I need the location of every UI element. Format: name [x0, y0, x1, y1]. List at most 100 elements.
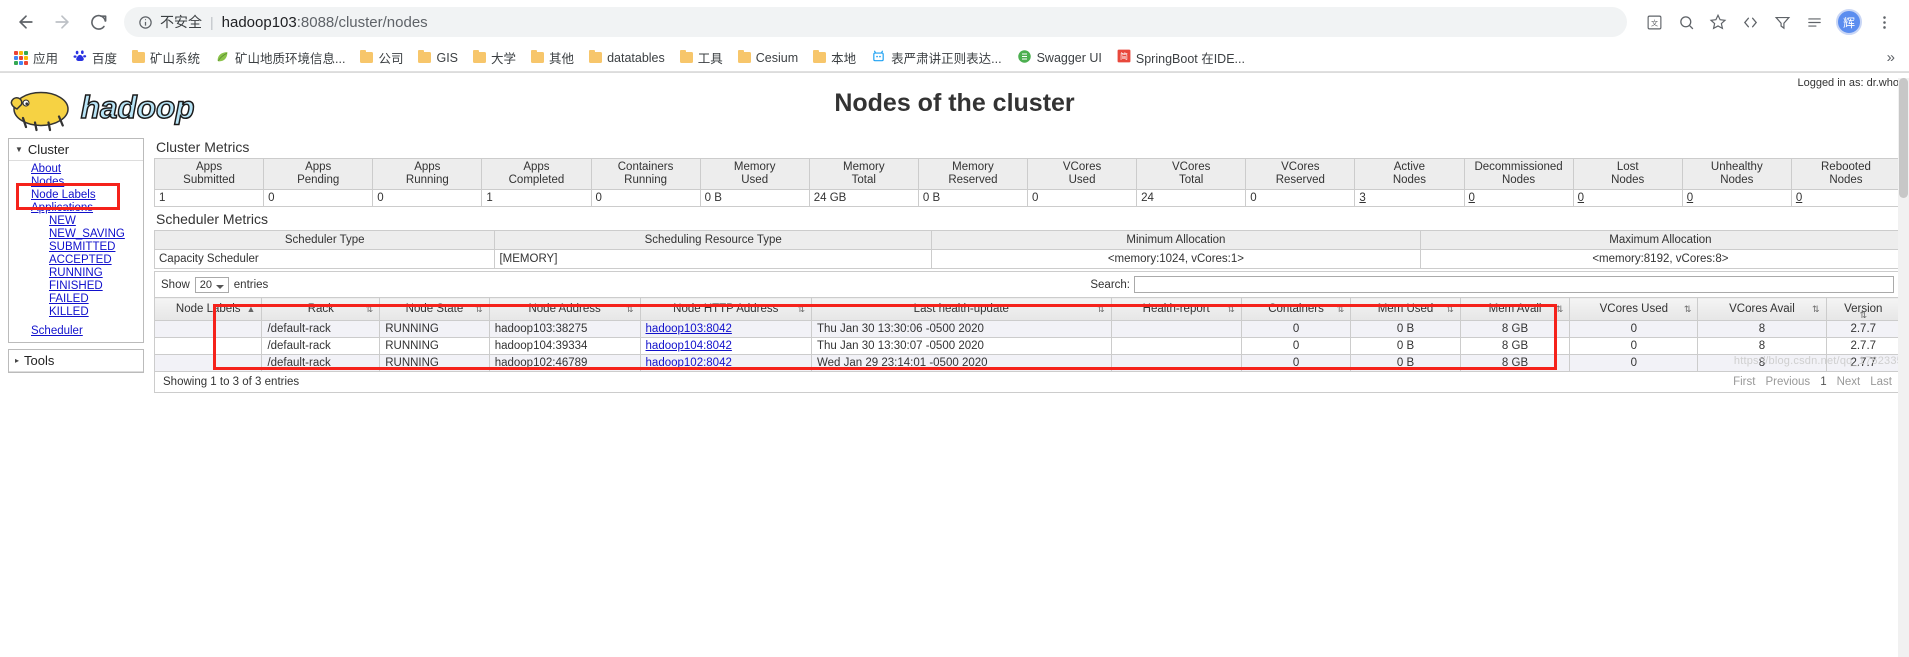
th-node-address[interactable]: Node Address ⇅ [488, 297, 641, 321]
cell-node-labels [153, 337, 263, 355]
val-unhealthy-nodes[interactable]: 0 [1681, 189, 1792, 207]
kebab-menu-icon[interactable] [1869, 7, 1899, 37]
bookmark-apps[interactable]: 应用 [8, 45, 64, 70]
th-mem-used[interactable]: Mem Used ⇅ [1350, 297, 1461, 321]
download-filter-icon[interactable] [1767, 7, 1797, 37]
bookmark-folder-daxue[interactable]: 大学 [467, 45, 522, 70]
sidebar-cluster-header[interactable]: ▼ Cluster [9, 139, 143, 161]
baidu-icon [73, 49, 87, 66]
th-node-http-address[interactable]: Node HTTP Address ⇅ [639, 297, 813, 321]
node-http-link[interactable]: hadoop104:8042 [646, 340, 732, 352]
search-input[interactable] [1134, 276, 1894, 293]
page-length-select[interactable]: 20 [194, 276, 229, 293]
bookmark-folder-cesium[interactable]: Cesium [732, 48, 804, 68]
th-health-report[interactable]: Health-report ⇅ [1110, 297, 1242, 321]
decommissioned-nodes-link[interactable]: 0 [1469, 192, 1475, 204]
bookmark-springboot-ide[interactable]: 简 SpringBoot 在IDE... [1111, 45, 1251, 70]
bookmark-folder-gis[interactable]: GIS [412, 48, 464, 68]
devtools-icon[interactable] [1735, 7, 1765, 37]
sidebar-tools-block[interactable]: ▸ Tools [8, 349, 144, 373]
bookmarks-overflow-button[interactable]: » [1887, 49, 1901, 66]
val-memory-used: 0 B [699, 189, 810, 207]
table-row[interactable]: /default-rack RUNNING hadoop103:38275 ha… [153, 320, 1901, 338]
th-mem-avail[interactable]: Mem Avail ⇅ [1459, 297, 1571, 321]
val-rebooted-nodes[interactable]: 0 [1790, 189, 1902, 207]
sort-icon: ⇅ [1555, 304, 1564, 314]
cell-node-http-address[interactable]: hadoop104:8042 [639, 337, 813, 355]
unhealthy-nodes-link[interactable]: 0 [1687, 192, 1693, 204]
pager-first[interactable]: First [1733, 376, 1755, 388]
cluster-metrics-table: Apps Submitted Apps Pending Apps Running Ap… [153, 158, 1902, 207]
folder-icon [418, 50, 432, 63]
bookmark-folder-kuangshan-xitong[interactable]: 矿山系统 [126, 45, 206, 70]
star-icon[interactable] [1703, 7, 1733, 37]
val-active-nodes[interactable]: 3 [1354, 189, 1465, 207]
node-http-link[interactable]: hadoop102:8042 [646, 357, 732, 369]
active-nodes-link[interactable]: 3 [1359, 192, 1365, 204]
sidebar-item-new-saving[interactable]: NEW_SAVING [9, 228, 143, 241]
col-line1: Unhealthy [1710, 161, 1763, 173]
datatable-length-control[interactable]: Show 20 entries [161, 276, 268, 293]
bookmark-kuangshan-dizhi[interactable]: 矿山地质环境信息... [209, 45, 351, 70]
forward-button[interactable] [46, 6, 78, 38]
bookmark-folder-bendi[interactable]: 本地 [807, 45, 862, 70]
pager-last[interactable]: Last [1870, 376, 1892, 388]
back-button[interactable] [10, 6, 42, 38]
col-line1: Apps [523, 161, 550, 173]
bookmark-regex[interactable]: 表严肃讲正则表达... [865, 45, 1007, 70]
sidebar-item-killed[interactable]: KILLED [9, 306, 143, 319]
bookmark-swagger-ui[interactable]: Swagger UI [1011, 46, 1108, 70]
sidebar-item-applications[interactable]: Applications [9, 202, 143, 215]
th-containers[interactable]: Containers ⇅ [1240, 297, 1352, 321]
lost-nodes-link[interactable]: 0 [1578, 192, 1584, 204]
bookmark-folder-qita[interactable]: 其他 [525, 45, 580, 70]
th-version[interactable]: Version ⇅ [1825, 297, 1901, 321]
th-node-state[interactable]: Node State ⇅ [379, 297, 490, 321]
table-row[interactable]: /default-rack RUNNING hadoop102:46789 ha… [153, 354, 1901, 372]
node-http-link[interactable]: hadoop103:8042 [646, 323, 732, 335]
bookmark-folder-gongju[interactable]: 工具 [674, 45, 729, 70]
apps-grid-icon [14, 50, 28, 65]
sidebar-item-submitted[interactable]: SUBMITTED [9, 241, 143, 254]
avatar[interactable]: 辉 [1836, 9, 1862, 35]
sidebar-item-accepted[interactable]: ACCEPTED [9, 254, 143, 267]
zoom-icon[interactable] [1671, 7, 1701, 37]
cell-node-http-address[interactable]: hadoop103:8042 [639, 320, 813, 338]
sidebar-item-about[interactable]: About [9, 163, 143, 176]
sidebar-item-node-labels[interactable]: Node Labels [9, 189, 143, 202]
th-vcores-avail[interactable]: VCores Avail ⇅ [1697, 297, 1827, 321]
sidebar-item-failed[interactable]: FAILED [9, 293, 143, 306]
bookmark-baidu[interactable]: 百度 [67, 45, 123, 70]
cell-node-http-address[interactable]: hadoop102:8042 [639, 354, 813, 372]
folder-icon [589, 50, 603, 63]
table-row[interactable]: /default-rack RUNNING hadoop104:39334 ha… [153, 337, 1901, 355]
pager-page-1[interactable]: 1 [1820, 376, 1826, 388]
rebooted-nodes-link[interactable]: 0 [1796, 192, 1802, 204]
th-label: Node Address [528, 303, 601, 315]
val-lost-nodes[interactable]: 0 [1572, 189, 1683, 207]
sidebar-item-running[interactable]: RUNNING [9, 267, 143, 280]
bookmark-folder-gongsi[interactable]: 公司 [354, 45, 409, 70]
th-node-labels[interactable]: Node Labels ▲ [153, 297, 263, 321]
info-circle-icon[interactable] [138, 15, 153, 30]
sidebar-item-scheduler[interactable]: Scheduler [9, 325, 143, 338]
scrollbar-thumb[interactable] [1899, 78, 1908, 198]
pager-next[interactable]: Next [1837, 376, 1861, 388]
sidebar-tools-header[interactable]: ▸ Tools [9, 350, 143, 372]
pager-previous[interactable]: Previous [1765, 376, 1810, 388]
col-lost-nodes: Lost Nodes [1572, 158, 1683, 190]
sidebar-item-nodes[interactable]: Nodes [9, 176, 143, 189]
th-vcores-used[interactable]: VCores Used ⇅ [1569, 297, 1699, 321]
reload-button[interactable] [82, 6, 114, 38]
translate-icon[interactable]: 文 [1639, 7, 1669, 37]
page-scrollbar[interactable] [1898, 78, 1909, 657]
val-decommissioned-nodes[interactable]: 0 [1463, 189, 1574, 207]
bookmark-folder-datatables[interactable]: datatables [583, 48, 671, 68]
sidebar-item-new[interactable]: NEW [9, 215, 143, 228]
sidebar-item-finished[interactable]: FINISHED [9, 280, 143, 293]
address-bar[interactable]: 不安全 | hadoop103:8088/cluster/nodes [124, 7, 1627, 37]
reading-list-icon[interactable] [1799, 7, 1829, 37]
cell-node-state: RUNNING [379, 337, 490, 355]
th-last-health-update[interactable]: Last health-update ⇅ [811, 297, 1112, 321]
th-rack[interactable]: Rack ⇅ [261, 297, 381, 321]
